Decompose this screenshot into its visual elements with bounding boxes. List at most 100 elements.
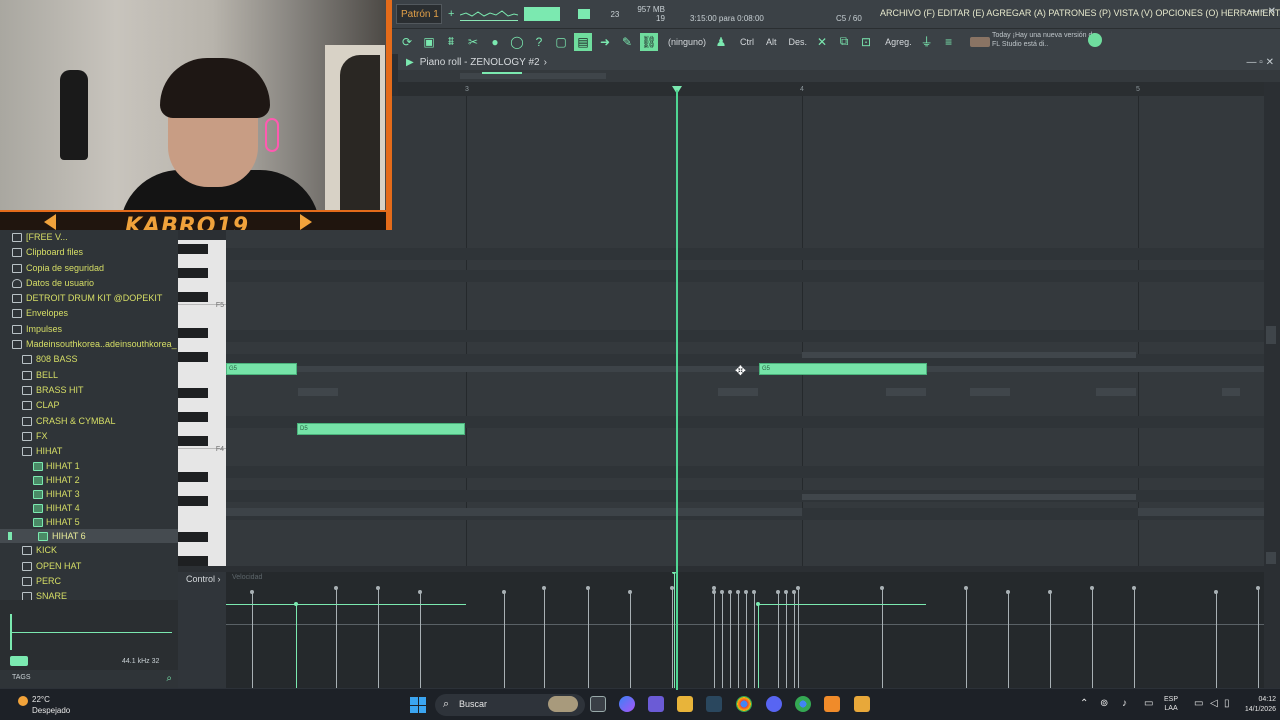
browser-item[interactable]: BELL bbox=[0, 368, 178, 383]
velocity-bar[interactable] bbox=[418, 590, 422, 688]
link-icon[interactable]: ⛓ bbox=[640, 32, 658, 51]
clock[interactable]: 04:12 14/1/2026 bbox=[1230, 695, 1276, 715]
vertical-scroll-thumb[interactable] bbox=[1266, 326, 1276, 344]
timeline-ruler[interactable]: 3 4 5 bbox=[398, 82, 1264, 96]
velocity-bar[interactable] bbox=[736, 590, 740, 688]
browser-item[interactable]: Envelopes bbox=[0, 306, 178, 321]
discord-icon[interactable] bbox=[766, 696, 782, 712]
velocity-bar[interactable] bbox=[744, 590, 748, 688]
velocity-bar[interactable] bbox=[1214, 590, 1218, 688]
main-menu[interactable]: ARCHIVO (F) EDITAR (E) AGREGAR (A) PATRO… bbox=[880, 8, 1280, 18]
search-highlight-icon[interactable] bbox=[548, 696, 578, 712]
browser-item[interactable]: HIHAT 4 bbox=[0, 501, 178, 515]
velocity-bar[interactable] bbox=[712, 590, 716, 688]
velocity-bar[interactable] bbox=[334, 586, 338, 688]
mixer-icon[interactable]: ⩩ bbox=[442, 33, 460, 51]
agreg-button[interactable]: Agreg. bbox=[885, 37, 912, 47]
black-key[interactable] bbox=[178, 472, 208, 482]
control-chevron-icon[interactable]: › bbox=[218, 574, 221, 584]
weather-widget[interactable]: 22°C Despejado bbox=[18, 694, 70, 716]
start-button[interactable] bbox=[410, 697, 426, 713]
browser-item[interactable]: Datos de usuario bbox=[0, 276, 178, 291]
browser-item[interactable]: 808 BASS bbox=[0, 352, 178, 367]
velocity-bar[interactable] bbox=[1132, 586, 1136, 688]
black-key[interactable] bbox=[178, 292, 208, 302]
file-explorer-icon[interactable] bbox=[677, 696, 693, 712]
window-controls[interactable]: — ▫ ✕ bbox=[1249, 6, 1276, 17]
velocity-bar[interactable] bbox=[586, 586, 590, 688]
velocity-lane[interactable] bbox=[226, 572, 1264, 688]
velocity-bar[interactable] bbox=[796, 586, 800, 688]
keyboard-icon[interactable] bbox=[969, 36, 990, 47]
playhead[interactable] bbox=[676, 90, 678, 690]
chat-icon[interactable]: ◯ bbox=[508, 33, 526, 51]
save-icon[interactable]: ▣ bbox=[420, 33, 438, 51]
velocity-bar[interactable] bbox=[1006, 590, 1010, 688]
velocity-bar-selected[interactable] bbox=[756, 602, 760, 688]
ctrl-key-button[interactable]: Ctrl bbox=[740, 37, 754, 47]
browser-item[interactable]: PERC bbox=[0, 574, 178, 589]
velocity-bar[interactable] bbox=[1090, 586, 1094, 688]
black-key[interactable] bbox=[178, 532, 208, 542]
browser-item[interactable]: SNARE bbox=[0, 589, 178, 600]
piano-roll-window-controls[interactable]: — ▫ ✕ bbox=[1247, 57, 1274, 68]
piano-roll-title[interactable]: Piano roll - ZENOLOGY #2 bbox=[420, 57, 540, 68]
chrome-profile-icon[interactable] bbox=[795, 696, 811, 712]
steam-icon[interactable] bbox=[706, 696, 722, 712]
velocity-bar[interactable] bbox=[1048, 590, 1052, 688]
velocity-bar[interactable] bbox=[964, 586, 968, 688]
note[interactable]: D5 bbox=[297, 423, 465, 435]
velocity-bar[interactable] bbox=[542, 586, 546, 688]
black-key[interactable] bbox=[178, 388, 208, 398]
des-button[interactable]: Des. bbox=[789, 37, 808, 47]
tray-monitor-icon[interactable]: ▭ bbox=[1144, 698, 1153, 709]
velocity-bar[interactable] bbox=[1256, 586, 1260, 688]
browser-item[interactable]: HIHAT 5 bbox=[0, 515, 178, 529]
loop-icon[interactable]: ⟳ bbox=[398, 33, 416, 51]
browser-item[interactable]: [FREE V... bbox=[0, 230, 178, 245]
black-key[interactable] bbox=[178, 268, 208, 278]
browser-item[interactable]: Copia de seguridad bbox=[0, 261, 178, 276]
horizontal-scrollbar[interactable] bbox=[398, 70, 1280, 82]
browser-item[interactable]: Madeinsouthkorea..adeinsouthkorea_ bbox=[0, 337, 178, 352]
target-selector[interactable]: (ninguno) bbox=[668, 37, 706, 47]
velocity-bar[interactable] bbox=[628, 590, 632, 688]
black-key[interactable] bbox=[178, 352, 208, 362]
control-selector[interactable]: Control bbox=[186, 574, 215, 584]
black-key[interactable] bbox=[178, 496, 208, 506]
copy-icon[interactable]: ⧉ bbox=[835, 33, 853, 51]
browser-item[interactable]: CLAP bbox=[0, 398, 178, 413]
arrow-right-icon[interactable]: ➜ bbox=[596, 33, 614, 51]
browser-item[interactable]: OPEN HAT bbox=[0, 559, 178, 574]
fl-studio-icon[interactable] bbox=[824, 696, 840, 712]
close-tool-icon[interactable]: ✕ bbox=[813, 33, 831, 51]
note[interactable]: G5 bbox=[226, 363, 297, 375]
velocity-bar[interactable] bbox=[792, 590, 796, 688]
velocity-bar[interactable] bbox=[376, 586, 380, 688]
velocity-bar[interactable] bbox=[784, 590, 788, 688]
browser-item[interactable]: Impulses bbox=[0, 322, 178, 337]
plugin-icon[interactable]: ⏚ bbox=[918, 33, 936, 51]
network-icon[interactable]: ▭ bbox=[1194, 698, 1203, 709]
browser-item[interactable]: HIHAT 3 bbox=[0, 487, 178, 501]
search-icon[interactable]: ⌕ bbox=[166, 673, 172, 684]
fl-studio-alt-icon[interactable] bbox=[854, 696, 870, 712]
window-icon[interactable]: ▢ bbox=[552, 33, 570, 51]
tray-app-icon[interactable]: ⊚ bbox=[1100, 698, 1108, 709]
velocity-bar[interactable] bbox=[776, 590, 780, 688]
update-icon[interactable] bbox=[1088, 33, 1102, 47]
list-icon[interactable]: ≡ bbox=[940, 33, 958, 51]
browser-item[interactable]: KICK bbox=[0, 543, 178, 558]
volume-icon[interactable]: ◁ bbox=[1210, 698, 1218, 709]
stamp-icon[interactable]: ♟ bbox=[712, 33, 730, 51]
teams-icon[interactable] bbox=[648, 696, 664, 712]
copilot-icon[interactable] bbox=[619, 696, 635, 712]
tags-bar[interactable]: TAGS ⌕ bbox=[0, 670, 178, 688]
browser-item[interactable]: HIHAT 6 bbox=[0, 529, 178, 544]
draw-tool-icon[interactable]: ✎ bbox=[618, 33, 636, 51]
browser-item[interactable]: HIHAT 2 bbox=[0, 473, 178, 487]
browser-item[interactable]: BRASS HIT bbox=[0, 383, 178, 398]
velocity-bar[interactable] bbox=[670, 586, 674, 688]
alt-key-button[interactable]: Alt bbox=[766, 37, 777, 47]
chrome-icon[interactable] bbox=[736, 696, 752, 712]
